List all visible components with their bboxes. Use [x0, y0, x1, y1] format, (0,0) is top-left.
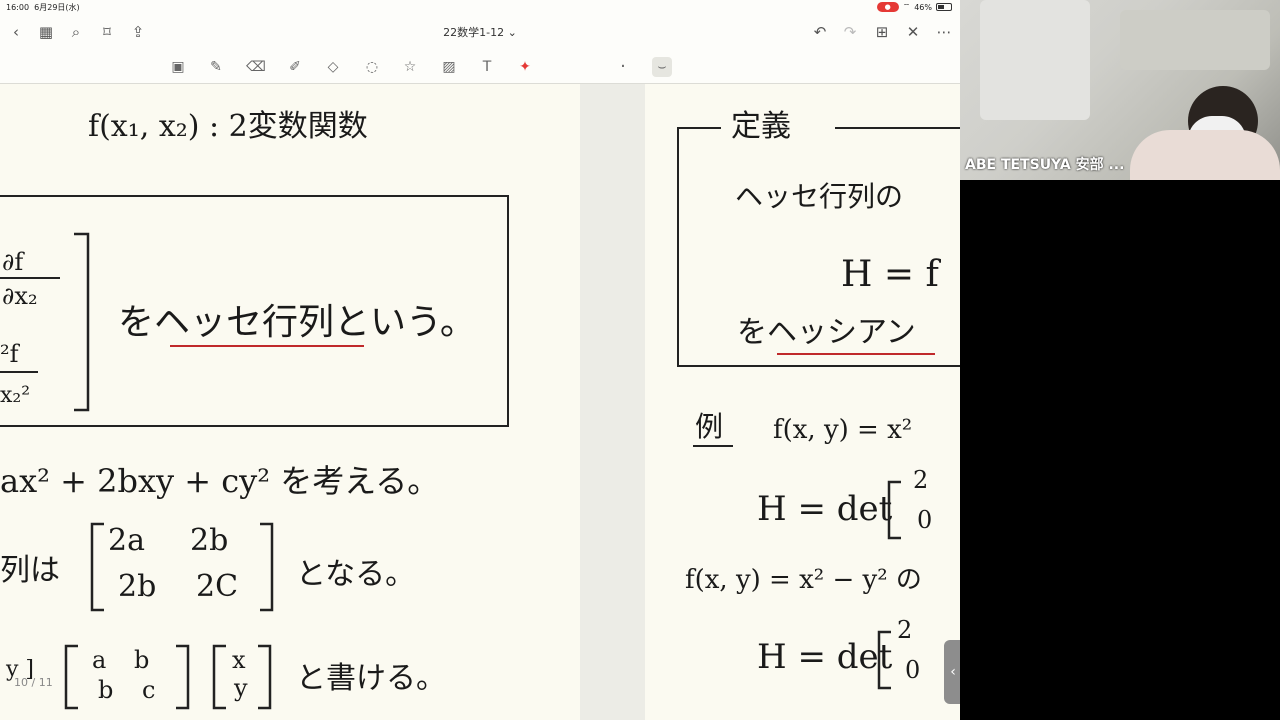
participant-name: ABE TETSUYA 安部 ...: [965, 157, 1125, 173]
matrix1-cell-22: 2C: [196, 569, 238, 604]
video-empty-area: [960, 180, 1280, 720]
status-date: 6月29日(水): [34, 3, 80, 12]
reader-mode-icon[interactable]: ▣: [168, 57, 188, 77]
matrix2-left-bracket: [64, 644, 78, 710]
participant-video[interactable]: [960, 0, 1280, 180]
definition-heading: 定義: [731, 109, 791, 144]
video-board-area: [1120, 10, 1270, 70]
matrix1-right-bracket: [260, 522, 274, 612]
hessian-det-1: H = det: [757, 489, 893, 529]
matrix-right-bracket: [74, 232, 90, 412]
matrix3-left-bracket: [212, 644, 226, 710]
person-shirt: [1130, 130, 1280, 180]
page-left-ink: f(x₁, x₂) : 2変数関数 ∂f ∂x₂ ²f x₂² をヘッセ行列とい…: [0, 109, 509, 710]
matrix1-cell-21: 2b: [118, 569, 156, 604]
hessian-det-2: H = det: [757, 637, 893, 677]
det1-cell-1: 2: [913, 466, 928, 494]
shapes-icon[interactable]: ◇: [323, 57, 343, 77]
matrix3-cell-1: x: [232, 646, 246, 674]
battery-icon: [936, 3, 952, 11]
quadratic-form-line: ax² + 2bxy + cy² を考える。: [0, 462, 439, 500]
more-icon[interactable]: ⋯: [934, 22, 954, 42]
fraction-bottom-denominator: x₂²: [0, 383, 30, 408]
add-page-icon[interactable]: ⊞: [872, 22, 892, 42]
laser-pointer-icon[interactable]: ✦: [515, 57, 535, 77]
fraction-top-denominator: ∂x₂: [2, 282, 38, 310]
pen-icon[interactable]: ✎: [206, 57, 226, 77]
eraser-icon[interactable]: ⌫: [246, 57, 266, 77]
image-icon[interactable]: ▨: [439, 57, 459, 77]
wifi-icon: ⌔: [902, 2, 911, 11]
notebook-page-right[interactable]: 定義 ヘッセ行列の H = f をヘッシアン 例 f(x, y) = x² H …: [645, 84, 960, 720]
matrix1-left-bracket: [90, 522, 104, 612]
battery-percent: 46%: [914, 2, 932, 12]
stroke-style-icon[interactable]: ⌣: [652, 57, 672, 77]
matrix3-right-bracket: [258, 644, 272, 710]
nav-bar: ‹ ▦ ⌕ ⌑ ⇪ 22数学1-12 ⌄ ↶ ↷ ⊞ ✕ ⋯: [0, 14, 960, 50]
status-right: ● ⌔ 46%: [876, 2, 952, 12]
recording-icon: ●: [876, 2, 899, 12]
chevron-left-icon[interactable]: ‹: [944, 640, 960, 704]
hessian-definition-line: ヘッセ行列の: [735, 180, 903, 213]
status-bar: 16:00 6月29日(水) ● ⌔ 46%: [0, 0, 960, 14]
matrix3-cell-2: y: [233, 674, 248, 702]
matrix2-right-bracket: [176, 644, 190, 710]
notebook-page-left[interactable]: f(x₁, x₂) : 2変数関数 ∂f ∂x₂ ²f x₂² をヘッセ行列とい…: [0, 84, 580, 720]
det2-cell-2: 0: [905, 656, 920, 684]
hessian-is-label: 列は: [0, 553, 60, 588]
matrix2-cell-11: a: [92, 646, 106, 674]
close-icon[interactable]: ✕: [903, 22, 923, 42]
hessian-statement: をヘッセ行列という。: [118, 302, 476, 343]
drawing-toolbar: ▣ ✎ ⌫ ✐ ◇ ◌ ☆ ▨ T ✦ · ⌣: [0, 50, 960, 84]
can-be-written-label: と書ける。: [296, 661, 446, 696]
hessian-formula: H = f: [841, 254, 941, 295]
example-label: 例: [695, 410, 723, 443]
hessian-naming-line: をヘッシアン: [737, 315, 916, 350]
page-indicator: 10 / 11: [14, 676, 53, 689]
fraction-top-numerator: ∂f: [2, 248, 25, 276]
lasso-icon[interactable]: ◌: [362, 57, 382, 77]
sticker-icon[interactable]: ☆: [400, 57, 420, 77]
page-right-ink: 定義 ヘッセ行列の H = f をヘッシアン 例 f(x, y) = x² H …: [677, 109, 960, 690]
status-time-date: 16:00 6月29日(水): [6, 2, 80, 13]
highlighter-icon[interactable]: ✐: [285, 57, 305, 77]
becomes-label: となる。: [296, 557, 415, 592]
text-icon[interactable]: T: [477, 57, 497, 77]
function-definition-line: f(x₁, x₂) : 2変数関数: [88, 109, 368, 144]
undo-icon[interactable]: ↶: [810, 22, 830, 42]
example-function: f(x, y) = x²: [773, 415, 912, 445]
pen-size-icon[interactable]: ·: [613, 57, 633, 77]
det1-cell-2: 0: [917, 506, 932, 534]
redo-icon[interactable]: ↷: [840, 22, 860, 42]
matrix2-cell-22: c: [142, 676, 155, 704]
matrix1-cell-12: 2b: [190, 523, 228, 558]
matrix2-cell-12: b: [134, 646, 149, 674]
video-wall-area: [980, 0, 1090, 120]
matrix2-cell-21: b: [98, 676, 113, 704]
matrix1-cell-11: 2a: [108, 523, 145, 558]
status-time: 16:00: [6, 3, 30, 12]
fraction-bottom-numerator: ²f: [0, 340, 21, 368]
ipad-screen: 16:00 6月29日(水) ● ⌔ 46% ‹ ▦ ⌕ ⌑ ⇪ 22数学1-1…: [0, 0, 960, 720]
example-function-2: f(x, y) = x² − y² の: [685, 565, 922, 595]
det2-cell-1: 2: [897, 616, 912, 644]
